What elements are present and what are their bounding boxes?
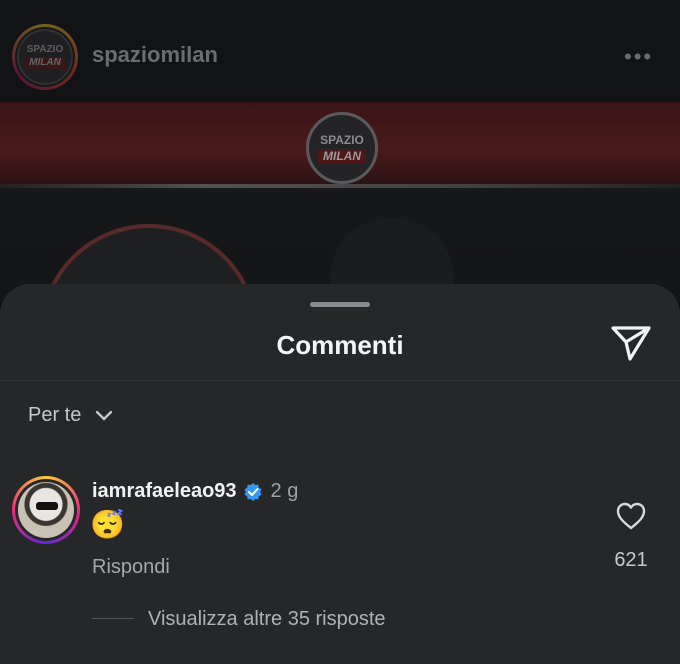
comments-sheet: Commenti Per te iamrafaeleao93 2 g 😴 Ris… [0,284,680,664]
heart-icon[interactable] [616,502,646,530]
logo-text-top: SPAZIO [26,44,64,55]
post-image: SPAZIO MILAN [0,102,680,442]
reply-button[interactable]: Rispondi [92,556,170,579]
commenter-photo [18,482,74,538]
commenter-avatar[interactable] [12,476,80,544]
filter-dropdown[interactable]: Per te [28,404,113,427]
band-logo-text-top: SPAZIO [320,132,364,147]
filter-label: Per te [28,404,82,426]
comment-username[interactable]: iamrafaeleao93 [92,480,237,503]
view-more-replies[interactable]: Visualizza altre 35 risposte [148,608,386,631]
band-logo-text-bottom: MILAN [318,148,366,163]
band-divider [0,184,680,188]
comment-text: 😴 [90,509,125,540]
post-username[interactable]: spaziomilan [92,42,218,68]
comment-header: iamrafaeleao93 2 g [92,480,298,503]
logo-text-bottom: MILAN [25,57,65,69]
band-logo: SPAZIO MILAN [306,112,378,184]
sheet-divider [0,380,680,381]
more-options-icon[interactable]: ••• [624,44,653,70]
paper-plane-icon[interactable] [610,324,652,362]
comment-time: 2 g [270,480,299,502]
replies-line [92,618,134,619]
sheet-title: Commenti [276,330,404,360]
sheet-grabber[interactable] [310,302,370,307]
post-image-band: SPAZIO MILAN [0,102,680,184]
post-avatar[interactable]: SPAZIO MILAN [12,24,78,90]
spaziomilan-logo: SPAZIO MILAN [17,29,73,85]
like-count: 621 [614,549,648,571]
chevron-down-icon [96,410,113,420]
post-header: SPAZIO MILAN spaziomilan ••• [0,0,680,102]
verified-badge-icon [244,482,262,501]
